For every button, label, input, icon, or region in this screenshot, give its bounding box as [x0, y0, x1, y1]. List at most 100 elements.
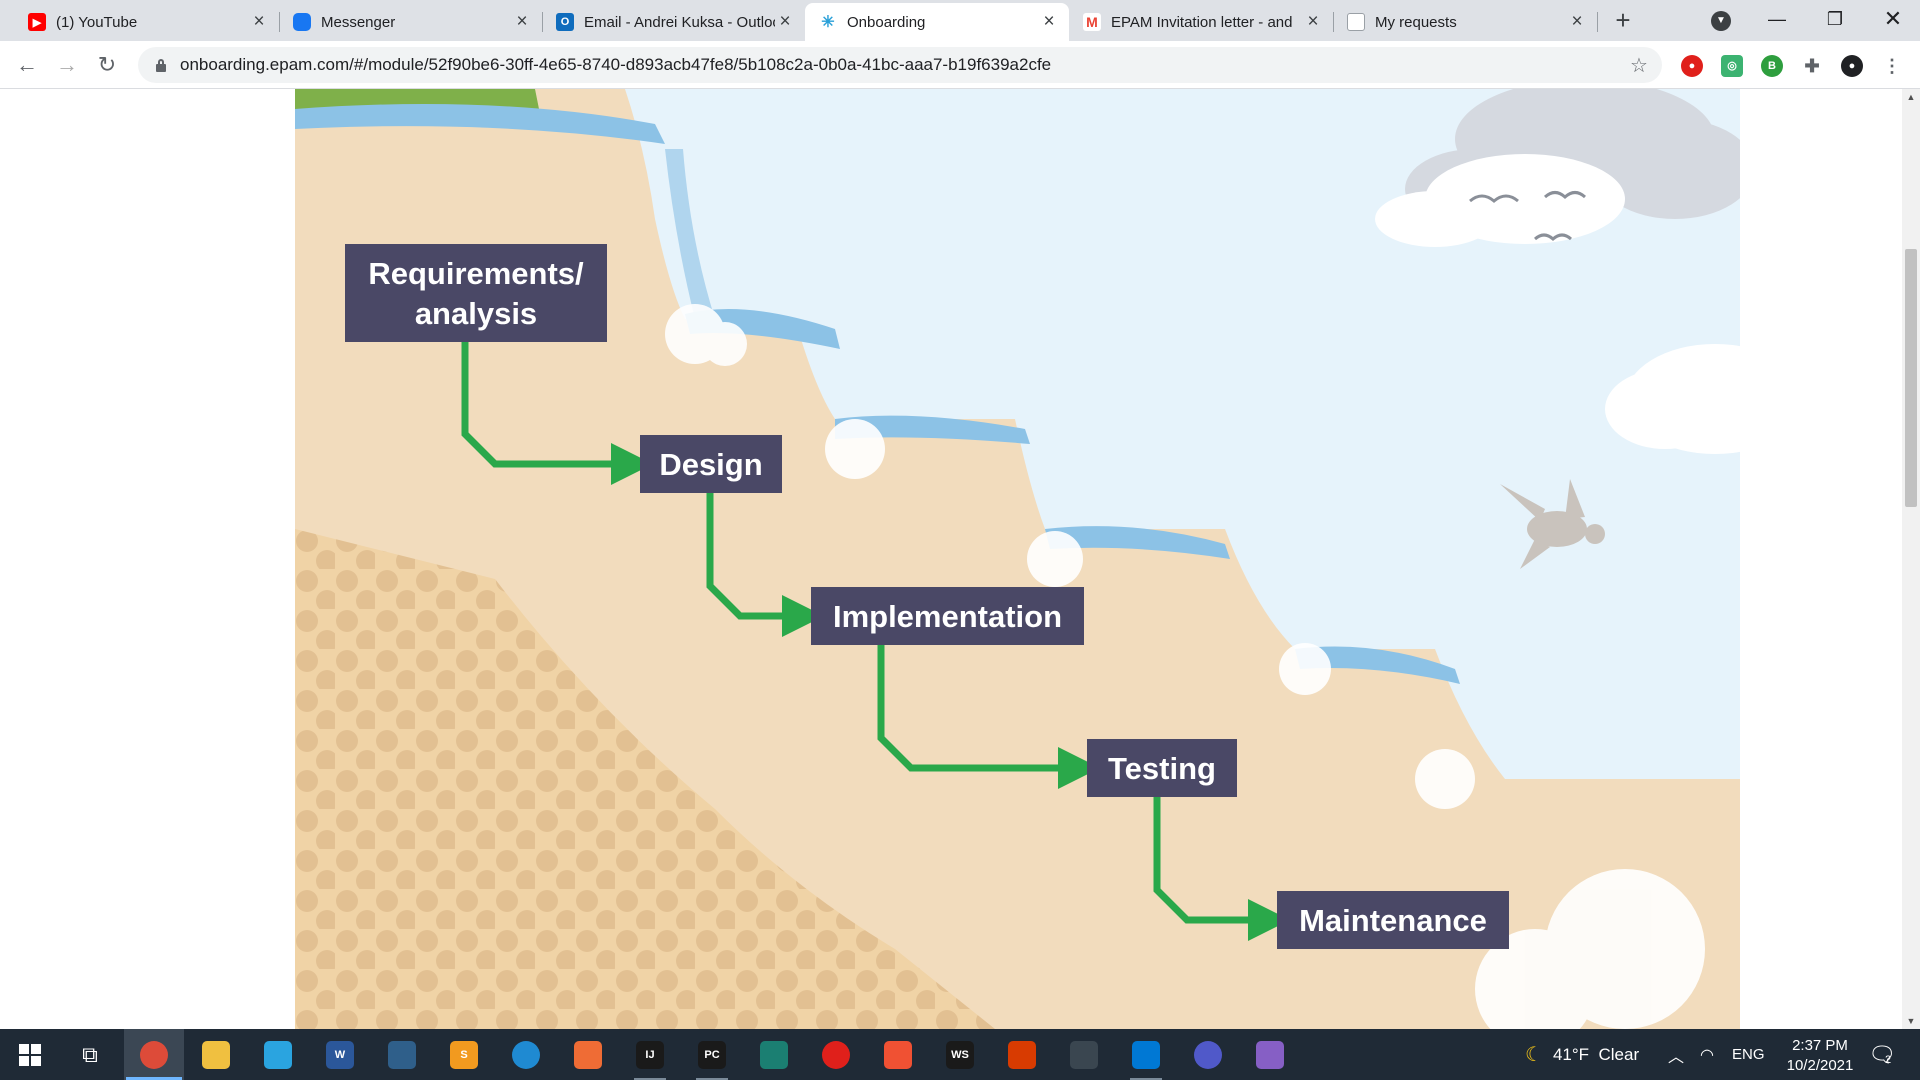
scroll-up-arrow[interactable]: ▲	[1902, 89, 1920, 105]
lock-icon[interactable]	[154, 58, 168, 72]
close-icon[interactable]: ×	[1567, 12, 1587, 32]
extensions-puzzle-icon[interactable]: ✚	[1801, 55, 1823, 77]
sublime-text-icon: S	[450, 1040, 478, 1069]
word-icon: W	[326, 1040, 354, 1069]
reload-button[interactable]: ↻	[91, 49, 123, 81]
telegram-icon	[264, 1040, 292, 1069]
tab-label: Email - Andrei Kuksa - Outlook	[584, 13, 775, 31]
adblock-extension-icon[interactable]: ●	[1681, 55, 1703, 77]
close-icon[interactable]: ×	[1039, 12, 1059, 32]
vpn-app[interactable]	[1054, 1029, 1114, 1080]
step-design: Design	[640, 435, 782, 493]
scroll-down-arrow[interactable]: ▼	[1902, 1013, 1920, 1029]
moon-icon: ☾	[1525, 1044, 1543, 1066]
tab-youtube[interactable]: ▶ (1) YouTube ×	[14, 3, 280, 41]
task-view-button[interactable]: ⧉	[60, 1029, 120, 1080]
opera-app[interactable]	[806, 1029, 866, 1080]
opera-icon	[822, 1040, 850, 1069]
notification-icon: 🗨	[1868, 1041, 1896, 1067]
tab-outlook[interactable]: O Email - Andrei Kuksa - Outlook ×	[542, 3, 805, 41]
teams-icon	[1194, 1040, 1222, 1069]
gitkraken-app[interactable]	[744, 1029, 804, 1080]
new-tab-button[interactable]: +	[1608, 6, 1638, 36]
page-content: Requirements/analysis Design Implementatio…	[0, 89, 1920, 1029]
tab-gmail[interactable]: M EPAM Invitation letter - and ×	[1069, 3, 1334, 41]
address-bar[interactable]: onboarding.epam.com/#/module/52f90be6-30…	[138, 47, 1662, 83]
grammar-extension-icon[interactable]: ◎	[1721, 55, 1743, 77]
menu-kebab-icon[interactable]: ⋮	[1881, 55, 1903, 77]
vpn-icon	[1070, 1040, 1098, 1069]
gmail-icon: M	[1083, 13, 1101, 31]
step-maintenance: Maintenance	[1277, 891, 1509, 949]
tab-label: Onboarding	[847, 13, 926, 31]
tab-separator	[1597, 12, 1598, 32]
pycharm-icon: PC	[698, 1040, 726, 1069]
windows-logo-icon	[19, 1043, 41, 1066]
remote-desktop-icon	[1132, 1040, 1160, 1069]
show-hidden-icons-button[interactable]: ︿	[1668, 1029, 1684, 1080]
language-indicator[interactable]: ENG	[1732, 1029, 1765, 1080]
remote-desktop-app[interactable]	[1116, 1029, 1176, 1080]
close-icon[interactable]: ×	[775, 12, 795, 32]
start-button[interactable]	[0, 1029, 60, 1080]
close-icon[interactable]: ×	[249, 12, 269, 32]
step-label: Testing	[1108, 751, 1216, 786]
browser-toolbar: ← → ↻ onboarding.epam.com/#/module/52f90…	[0, 41, 1920, 89]
close-window-button[interactable]: ✕	[1864, 0, 1920, 41]
close-icon[interactable]: ×	[512, 12, 532, 32]
pycharm-app[interactable]: PC	[682, 1029, 742, 1080]
mysql-workbench-app[interactable]	[372, 1029, 432, 1080]
network-icon[interactable]: ◠	[1700, 1029, 1714, 1080]
intellij-idea-app[interactable]: IJ	[620, 1029, 680, 1080]
messenger-icon	[293, 13, 311, 31]
chrome-app[interactable]	[124, 1029, 184, 1080]
visual-studio-app[interactable]	[1240, 1029, 1300, 1080]
tab-label: Messenger	[321, 13, 396, 31]
tab-onboarding[interactable]: ✳ Onboarding ×	[805, 3, 1069, 41]
b-plus-extension-icon[interactable]: B	[1761, 55, 1783, 77]
sublime-text-app[interactable]: S	[434, 1029, 494, 1080]
file-explorer-app[interactable]	[186, 1029, 246, 1080]
chrome-icon	[140, 1040, 168, 1069]
word-app[interactable]: W	[310, 1029, 370, 1080]
windows-taskbar: ⧉ W S IJ PC WS ☾ 41°F Clear ︿ ◠ ENG 2:37 PM …	[0, 1029, 1920, 1080]
page-scrollbar[interactable]: ▲ ▼	[1902, 89, 1920, 1029]
teams-app[interactable]	[1178, 1029, 1238, 1080]
office-app[interactable]	[992, 1029, 1052, 1080]
git-icon	[884, 1040, 912, 1069]
task-view-icon: ⧉	[82, 1041, 98, 1067]
step-label: Design	[659, 447, 762, 482]
minimize-button[interactable]: —	[1748, 0, 1806, 41]
clock-time: 2:37 PM	[1792, 1037, 1848, 1054]
restore-button[interactable]: ❐	[1806, 0, 1864, 41]
weather-widget[interactable]: ☾ 41°F Clear	[1525, 1029, 1639, 1080]
tab-search-icon[interactable]: ▼	[1711, 11, 1731, 31]
step-label: Maintenance	[1299, 903, 1487, 938]
webstorm-icon: WS	[946, 1040, 974, 1069]
document-icon	[1347, 13, 1365, 31]
visual-studio-icon	[1256, 1040, 1284, 1069]
profile-avatar[interactable]: ●	[1841, 55, 1863, 77]
tab-messenger[interactable]: Messenger ×	[279, 3, 543, 41]
close-icon[interactable]: ×	[1303, 12, 1323, 32]
tab-label: EPAM Invitation letter - and	[1111, 13, 1293, 31]
tab-label: (1) YouTube	[56, 13, 138, 31]
back-button[interactable]: ←	[11, 49, 43, 81]
step-label: Requirements/	[368, 256, 584, 291]
webstorm-app[interactable]: WS	[930, 1029, 990, 1080]
tab-label: My requests	[1375, 13, 1457, 31]
step-implementation: Implementation	[811, 587, 1084, 645]
forward-button[interactable]: →	[51, 49, 83, 81]
url-text[interactable]: onboarding.epam.com/#/module/52f90be6-30…	[180, 55, 1624, 75]
clock[interactable]: 2:37 PM 10/2/2021	[1775, 1036, 1865, 1076]
postman-app[interactable]	[558, 1029, 618, 1080]
scrollbar-thumb[interactable]	[1905, 249, 1917, 507]
tab-my-requests[interactable]: My requests ×	[1333, 3, 1598, 41]
bookmark-star-icon[interactable]: ☆	[1624, 53, 1654, 78]
notifications-button[interactable]: 🗨 2	[1868, 1029, 1896, 1080]
office-icon	[1008, 1040, 1036, 1069]
telegram-app[interactable]	[248, 1029, 308, 1080]
edge-app[interactable]	[496, 1029, 556, 1080]
mysql-workbench-icon	[388, 1040, 416, 1069]
git-app[interactable]	[868, 1029, 928, 1080]
